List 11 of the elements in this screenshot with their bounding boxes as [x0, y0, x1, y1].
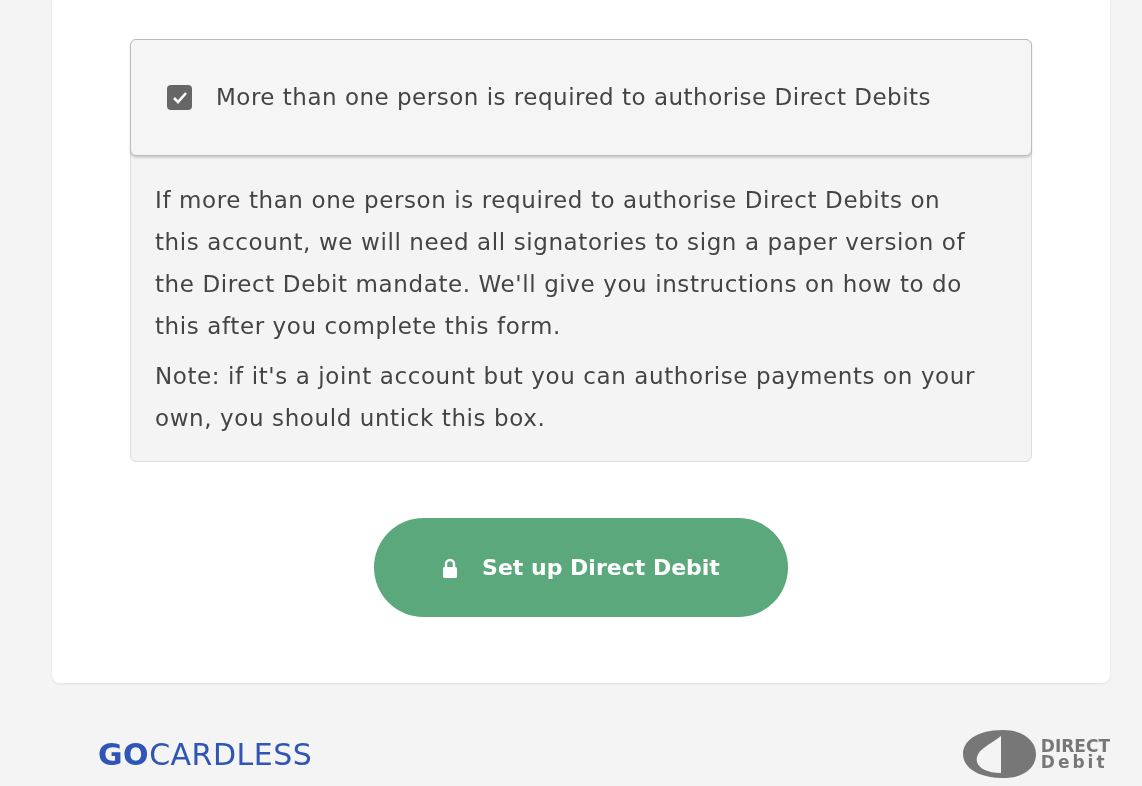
info-paragraph: If more than one person is required to authorise Direct Debits on this account, we will need all signatories to sign a paper version of the Direct Debit mandate. We'll give you instructions on how to do this after you complete this form.	[155, 186, 967, 341]
brand-logo: GOCARDLESS	[98, 735, 313, 774]
logo-text: DIRECT	[1040, 737, 1110, 754]
checkbox-label: More than one person is required to authorise Direct Debits	[216, 83, 932, 113]
info-paragraph: Note: if it's a joint account but you can authorise payments on your own, you should untick this box.	[155, 362, 976, 433]
direct-debit-icon	[962, 729, 1037, 779]
check-icon	[171, 90, 188, 105]
setup-button[interactable]: Set up Direct Debit	[374, 518, 788, 617]
logo-text: Debit	[1040, 754, 1109, 771]
checkbox[interactable]	[167, 85, 192, 110]
lock-icon	[442, 557, 459, 578]
